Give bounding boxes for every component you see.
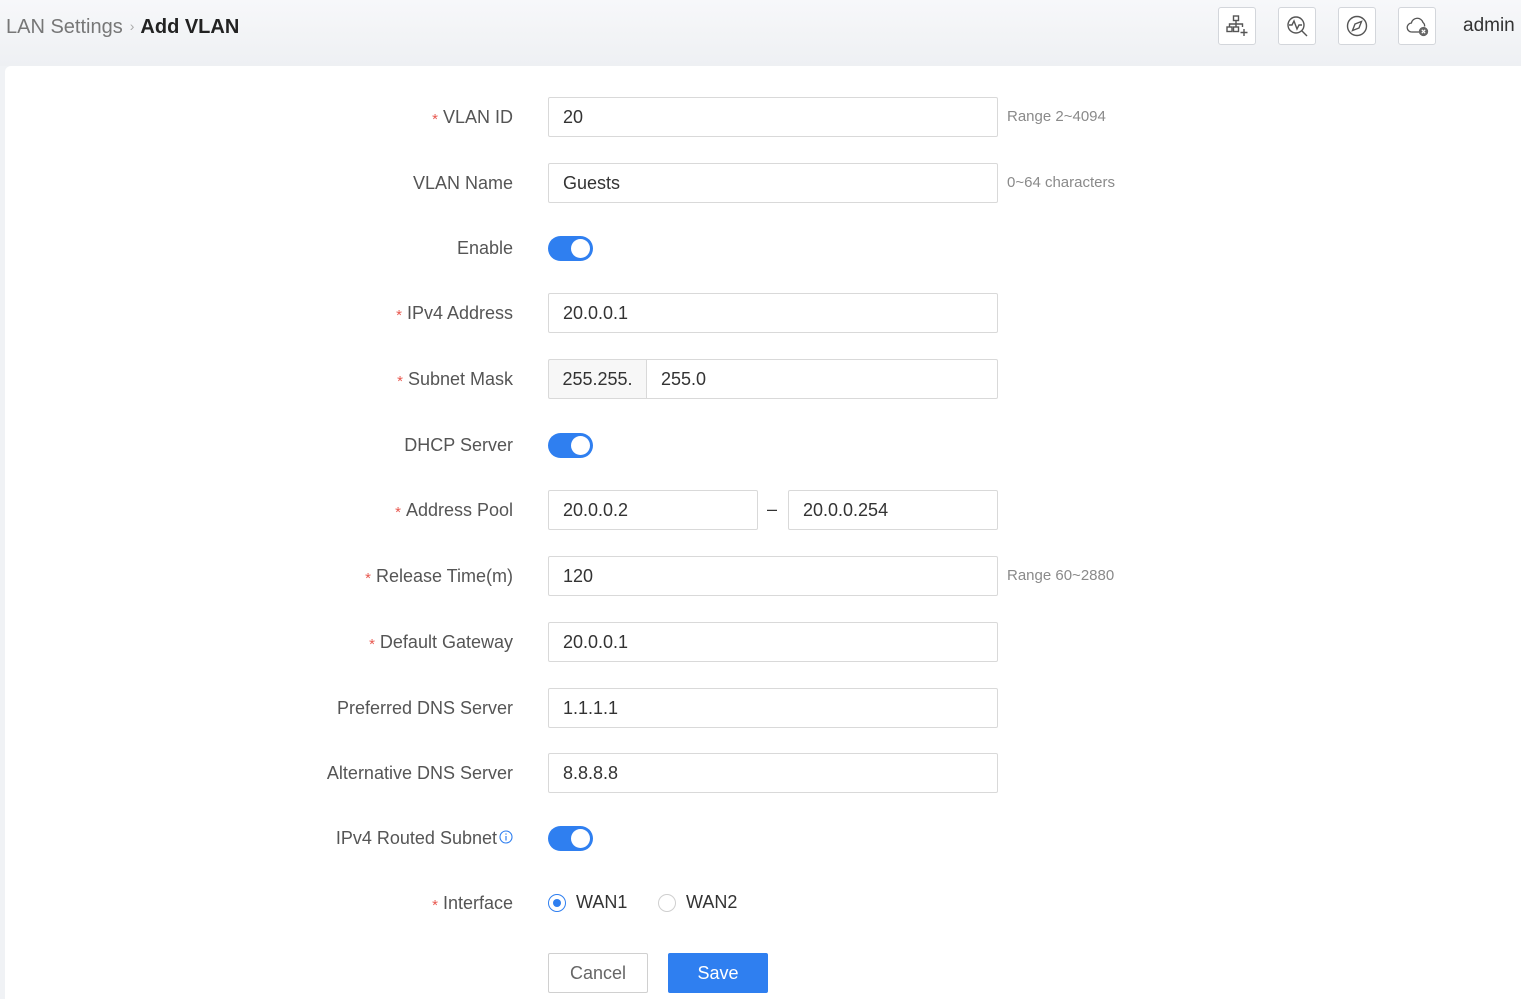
vlan-name-input[interactable] (548, 163, 998, 203)
required-mark: * (396, 307, 402, 324)
vlan-name-label: VLAN Name (412, 173, 513, 193)
compass-button[interactable] (1338, 7, 1376, 45)
default-gateway-label: * Default Gateway (369, 632, 513, 653)
preferred-dns-input[interactable] (548, 688, 998, 728)
page-title: Add VLAN (140, 16, 240, 38)
required-mark: * (369, 636, 375, 653)
address-pool-end-input[interactable] (788, 490, 998, 530)
network-add-icon (1226, 15, 1248, 36)
subnet-mask-prefix: 255.255. (548, 359, 646, 399)
network-add-button[interactable] (1218, 7, 1256, 45)
required-mark: * (432, 897, 438, 914)
top-header: LAN Settings › Add VLAN admin (0, 0, 1521, 66)
vlan-id-input[interactable] (548, 97, 998, 137)
diagnostics-icon (1287, 16, 1308, 37)
radio-unselected-icon (658, 893, 676, 912)
alternative-dns-label: Alternative DNS Server (326, 763, 513, 783)
preferred-dns-label: Preferred DNS Server (336, 698, 513, 718)
interface-radio-wan2[interactable]: WAN2 (658, 892, 737, 913)
enable-toggle[interactable] (548, 236, 593, 261)
ipv4-address-input[interactable] (548, 293, 998, 333)
toggle-knob (571, 436, 590, 455)
user-menu[interactable]: admin (1463, 15, 1515, 37)
radio-label: WAN2 (686, 892, 738, 912)
ipv4-routed-subnet-label: IPv4 Routed Subnet (113, 827, 513, 849)
compass-icon (1346, 15, 1368, 37)
vlan-id-hint: Range 2~4094 (1007, 108, 1106, 125)
breadcrumb: LAN Settings › Add VLAN (6, 14, 239, 41)
save-button[interactable]: Save (668, 953, 768, 993)
required-mark: * (395, 504, 401, 521)
ipv4-address-label: * IPv4 Address (396, 303, 513, 324)
alternative-dns-input[interactable] (548, 753, 998, 793)
dhcp-server-toggle[interactable] (548, 433, 593, 458)
release-time-hint: Range 60~2880 (1007, 567, 1115, 584)
required-mark: * (432, 111, 438, 128)
release-time-input[interactable] (548, 556, 998, 596)
required-mark: * (397, 373, 403, 390)
dhcp-server-label: DHCP Server (404, 435, 513, 455)
interface-label: * Interface (432, 893, 513, 914)
cloud-disconnected-icon (1406, 17, 1429, 37)
interface-radio-wan1[interactable]: WAN1 (548, 892, 627, 913)
cloud-status-button[interactable] (1398, 7, 1436, 45)
default-gateway-input[interactable] (548, 622, 998, 662)
vlan-name-hint: 0~64 characters (1007, 174, 1115, 191)
add-vlan-form: *VLAN ID Range 2~4094 VLAN Name 0~64 cha… (5, 66, 1521, 999)
breadcrumb-separator: › (129, 18, 135, 34)
radio-selected-icon (548, 893, 566, 912)
cancel-button[interactable]: Cancel (548, 953, 648, 993)
address-pool-start-input[interactable] (548, 490, 758, 530)
toggle-knob (571, 829, 590, 848)
address-pool-label: * Address Pool (395, 500, 513, 521)
ipv4-routed-subnet-toggle[interactable] (548, 826, 593, 851)
release-time-label: * Release Time(m) (365, 566, 513, 587)
vlan-id-label: * VLAN ID (432, 107, 513, 128)
toggle-knob (571, 239, 590, 258)
subnet-mask-input[interactable] (646, 359, 998, 399)
subnet-mask-label: * Subnet Mask (397, 369, 513, 390)
info-icon[interactable] (499, 830, 513, 844)
breadcrumb-lan-settings[interactable]: LAN Settings (6, 16, 123, 38)
address-pool-separator: – (767, 499, 778, 519)
radio-label: WAN1 (576, 892, 628, 912)
enable-label: Enable (456, 238, 513, 258)
required-mark: * (365, 570, 371, 587)
diagnostics-button[interactable] (1278, 7, 1316, 45)
